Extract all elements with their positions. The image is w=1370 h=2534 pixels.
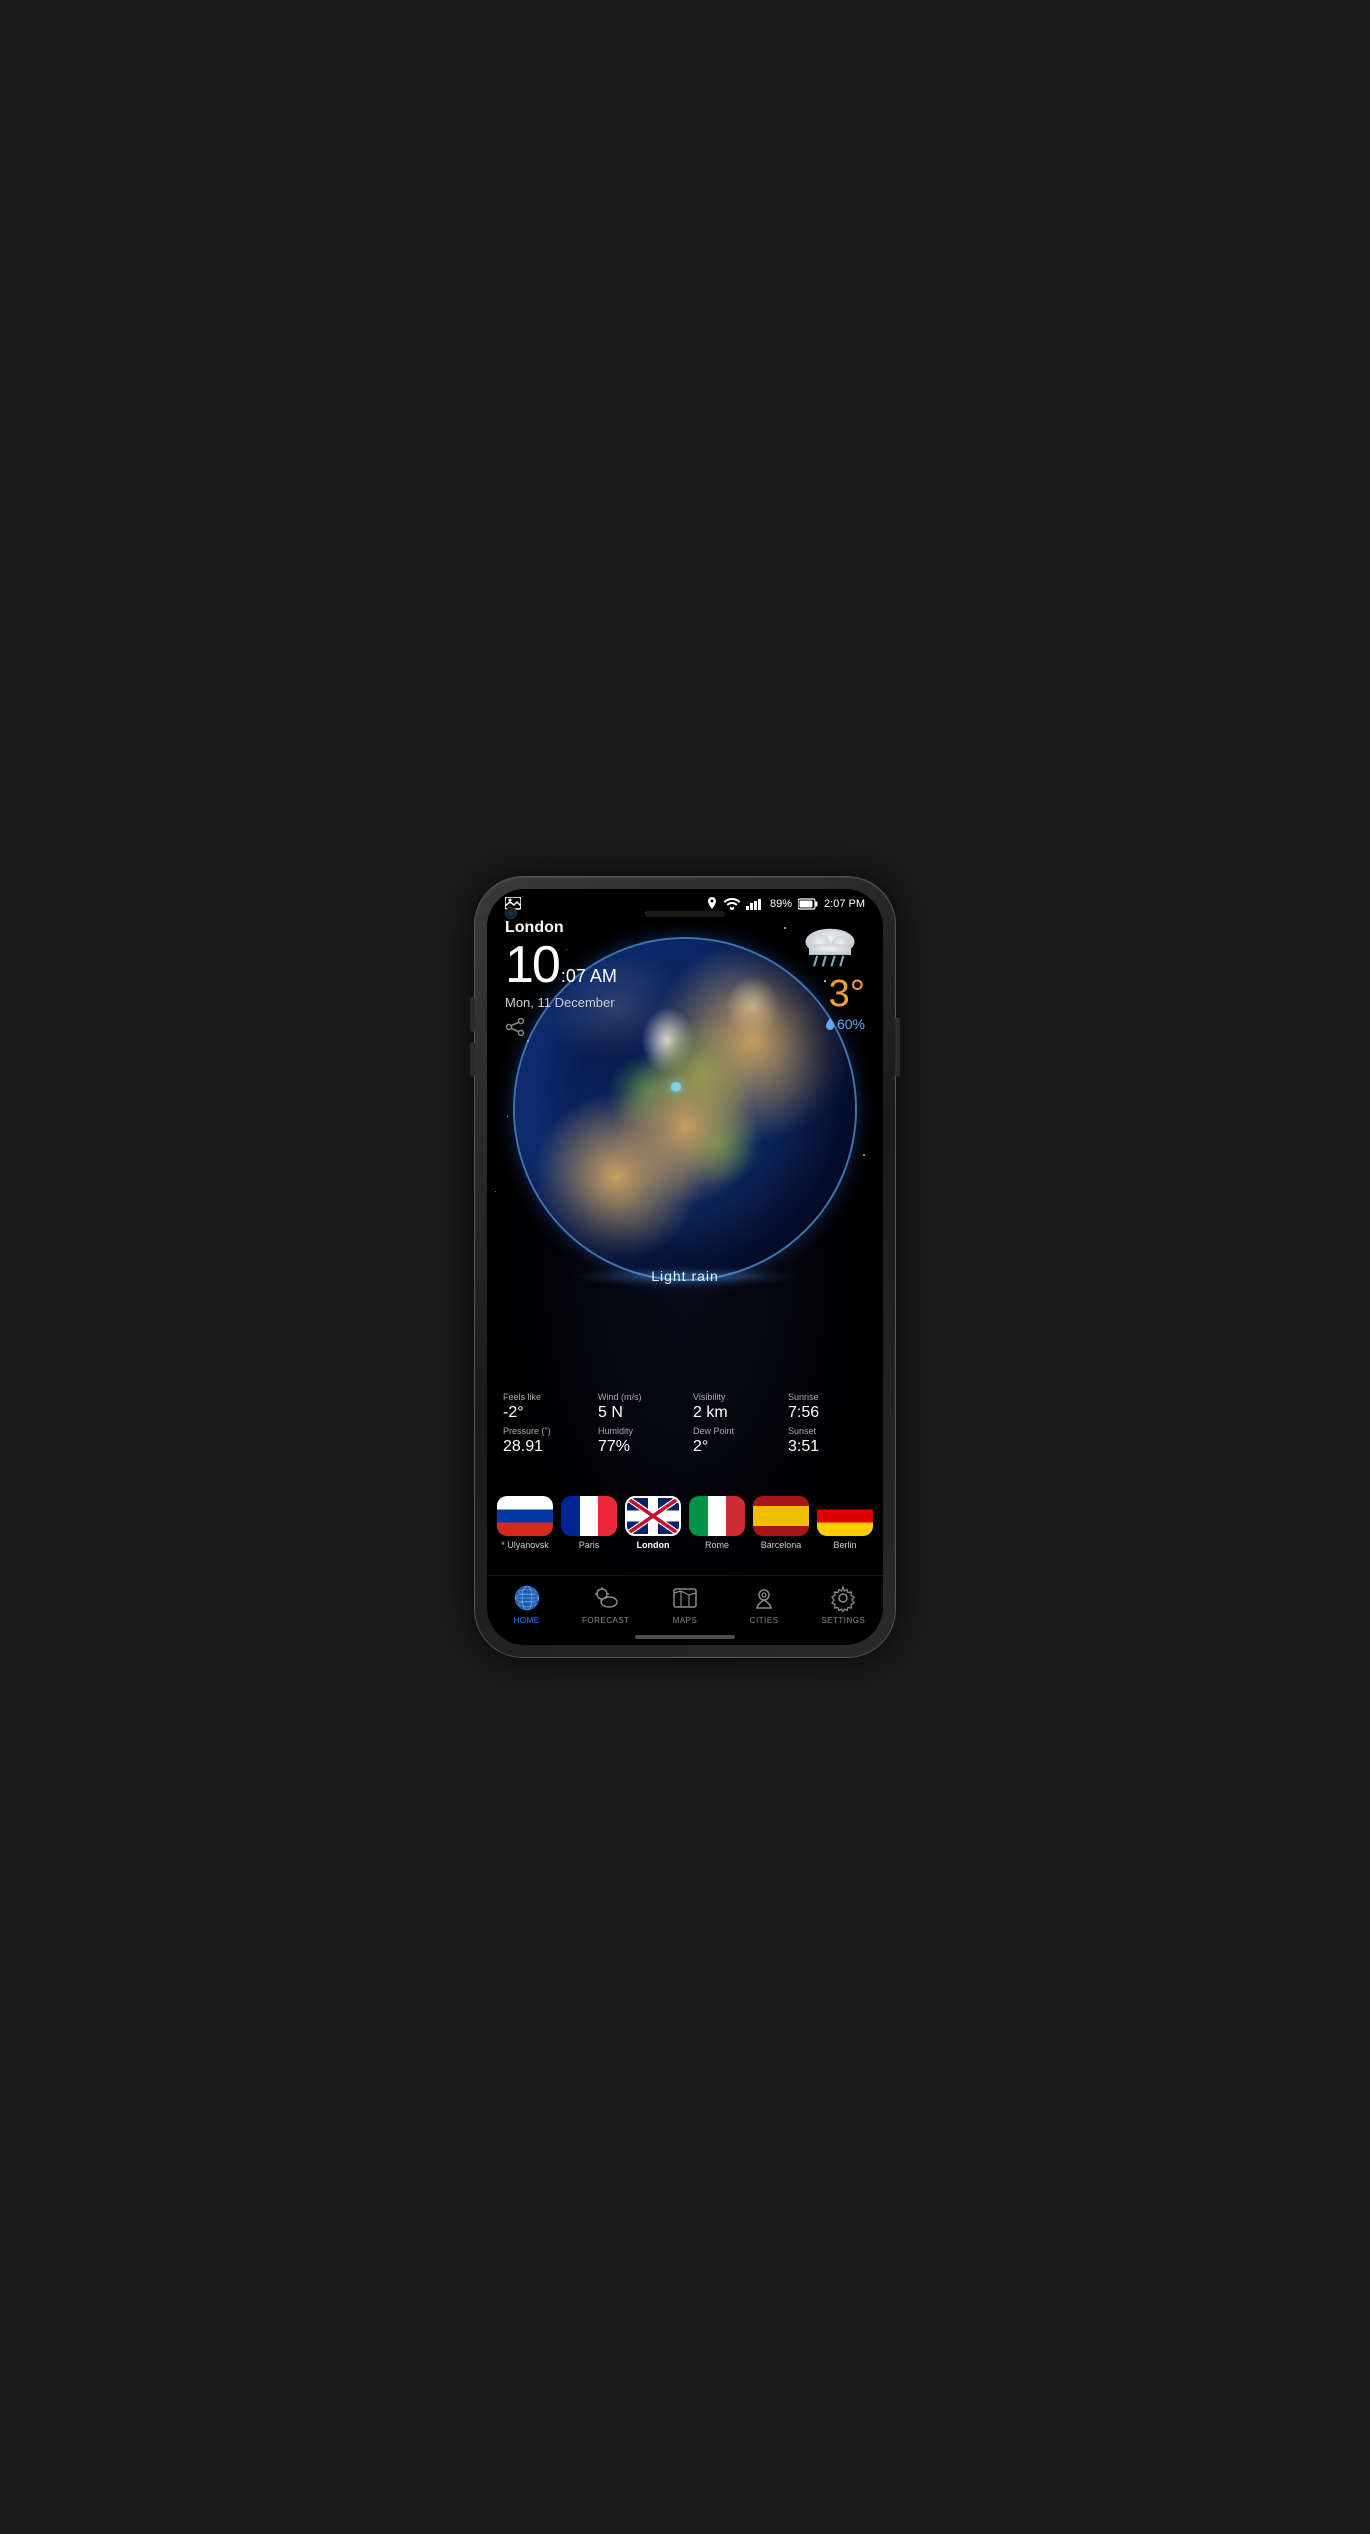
stat-visibility: Visibility 2 km Dew Point 2° xyxy=(685,1388,780,1460)
city-item-berlin[interactable]: Berlin xyxy=(817,1496,873,1550)
visibility-label: Visibility xyxy=(693,1392,772,1402)
weather-icon-container xyxy=(795,919,865,969)
city-selector: * Ulyanovsk Paris xyxy=(487,1496,883,1550)
phone-device: 89% 2:07 PM London 10 xyxy=(475,877,895,1657)
nav-item-cities[interactable]: CITIES xyxy=(734,1584,794,1625)
city-flag-de xyxy=(817,1496,873,1536)
maps-nav-icon xyxy=(671,1584,699,1612)
pressure-label: Pressure (") xyxy=(503,1426,582,1436)
wifi-icon xyxy=(724,898,740,910)
raindrop-icon xyxy=(826,1018,834,1030)
home-nav-label: HOME xyxy=(514,1616,540,1625)
location-time: London 10 :07 AM Mon, 11 December xyxy=(505,919,617,1041)
city-item-paris[interactable]: Paris xyxy=(561,1496,617,1550)
sunrise-label: Sunrise xyxy=(788,1392,867,1402)
battery-icon xyxy=(798,898,818,910)
wind-value: 5 N xyxy=(598,1404,677,1422)
temperature: 3° xyxy=(795,973,865,1016)
location-dot xyxy=(671,1082,681,1092)
city-label-ulyanovsk: * Ulyanovsk xyxy=(501,1540,549,1550)
city-name: London xyxy=(505,919,617,937)
home-indicator xyxy=(635,1635,735,1639)
globe-nav-icon xyxy=(513,1584,541,1612)
power-button[interactable] xyxy=(895,1017,900,1077)
city-label-rome: Rome xyxy=(705,1540,729,1550)
time-display: 10 :07 AM xyxy=(505,939,617,991)
volume-up-button[interactable] xyxy=(470,997,475,1032)
camera-icon xyxy=(505,907,517,919)
status-right: 89% 2:07 PM xyxy=(706,897,865,911)
city-item-barcelona[interactable]: Barcelona xyxy=(753,1496,809,1550)
city-label-london: London xyxy=(637,1540,670,1550)
city-flag-uk xyxy=(625,1496,681,1536)
nav-item-home[interactable]: HOME xyxy=(497,1584,557,1625)
maps-icon xyxy=(671,1584,699,1612)
cities-nav-icon xyxy=(750,1584,778,1612)
feels-like-label: Feels like xyxy=(503,1392,582,1402)
visibility-value: 2 km xyxy=(693,1404,772,1422)
home-nav-icon xyxy=(513,1584,541,1612)
stat-sunrise: Sunrise 7:56 Sunset 3:51 xyxy=(780,1388,875,1460)
city-item-ulyanovsk[interactable]: * Ulyanovsk xyxy=(497,1496,553,1550)
city-label-paris: Paris xyxy=(579,1540,600,1550)
nav-item-maps[interactable]: MAPS xyxy=(655,1584,715,1625)
maps-nav-label: MAPS xyxy=(673,1616,698,1625)
wind-label: Wind (m/s) xyxy=(598,1392,677,1402)
city-flag-fr xyxy=(561,1496,617,1536)
forecast-nav-label: FORECAST xyxy=(582,1616,630,1625)
nav-item-forecast[interactable]: FORECAST xyxy=(576,1584,636,1625)
signal-icon xyxy=(746,898,764,910)
nav-item-settings[interactable]: SETTINGS xyxy=(813,1584,873,1625)
weather-cloud-rain-icon xyxy=(795,919,865,969)
speaker xyxy=(645,911,725,917)
city-flag-es xyxy=(753,1496,809,1536)
status-time: 2:07 PM xyxy=(824,898,865,910)
top-info: London 10 :07 AM Mon, 11 December xyxy=(487,919,883,1041)
time-minutes: :07 AM xyxy=(561,966,617,987)
precipitation: 60% xyxy=(795,1016,865,1032)
sunset-label: Sunset xyxy=(788,1426,867,1436)
sunset-value: 3:51 xyxy=(788,1438,867,1456)
city-label-barcelona: Barcelona xyxy=(761,1540,802,1550)
location-icon xyxy=(706,897,718,911)
city-flag-ru xyxy=(497,1496,553,1536)
share-icon[interactable] xyxy=(505,1018,617,1041)
city-label-berlin: Berlin xyxy=(833,1540,856,1550)
battery-text: 89% xyxy=(770,898,792,910)
cities-icon xyxy=(750,1584,778,1612)
cities-nav-label: CITIES xyxy=(750,1616,779,1625)
volume-down-button[interactable] xyxy=(470,1042,475,1077)
settings-nav-icon xyxy=(829,1584,857,1612)
date-display: Mon, 11 December xyxy=(505,995,617,1010)
weather-stats: Feels like -2° Pressure (") 28.91 Wind (… xyxy=(487,1388,883,1460)
time-hour: 10 xyxy=(505,939,559,991)
settings-nav-label: SETTINGS xyxy=(821,1616,865,1625)
pressure-value: 28.91 xyxy=(503,1438,582,1456)
forecast-icon xyxy=(592,1584,620,1612)
precipitation-value: 60% xyxy=(837,1016,865,1032)
stat-wind: Wind (m/s) 5 N Humidity 77% xyxy=(590,1388,685,1460)
screen: 89% 2:07 PM London 10 xyxy=(487,889,883,1645)
dew-point-label: Dew Point xyxy=(693,1426,772,1436)
settings-icon xyxy=(829,1584,857,1612)
feels-like-value: -2° xyxy=(503,1404,582,1422)
screen-content: 89% 2:07 PM London 10 xyxy=(487,889,883,1645)
phone-screen: 89% 2:07 PM London 10 xyxy=(487,889,883,1645)
stat-feels-like: Feels like -2° Pressure (") 28.91 xyxy=(495,1388,590,1460)
sunrise-value: 7:56 xyxy=(788,1404,867,1422)
weather-right: 3° 60% xyxy=(795,919,865,1032)
city-item-rome[interactable]: Rome xyxy=(689,1496,745,1550)
humidity-label: Humidity xyxy=(598,1426,677,1436)
forecast-nav-icon xyxy=(592,1584,620,1612)
city-flag-it xyxy=(689,1496,745,1536)
city-item-london[interactable]: London xyxy=(625,1496,681,1550)
weather-condition: Light rain xyxy=(651,1268,719,1284)
humidity-value: 77% xyxy=(598,1438,677,1456)
dew-point-value: 2° xyxy=(693,1438,772,1456)
